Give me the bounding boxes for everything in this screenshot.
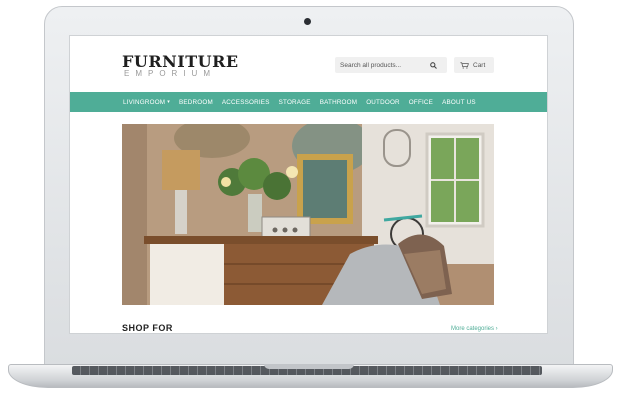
- nav-item-storage[interactable]: STORAGE: [279, 99, 311, 106]
- nav-item-label: LIVINGROOM: [123, 98, 166, 106]
- main-nav: LIVINGROOM ▾ BEDROOM ACCESSORIES STORAGE…: [70, 92, 547, 112]
- section-title: SHOP FOR: [122, 323, 173, 333]
- search-input[interactable]: [335, 57, 427, 73]
- browser-viewport: FURNITURE EMPORIUM Cart LIVINGROOM ▾ BED…: [69, 35, 548, 334]
- cart-icon: [460, 56, 469, 74]
- nav-item-livingroom[interactable]: LIVINGROOM ▾: [123, 99, 170, 106]
- cart-button[interactable]: Cart: [454, 57, 494, 73]
- nav-item-outdoor[interactable]: OUTDOOR: [366, 99, 400, 106]
- nav-item-about-us[interactable]: ABOUT US: [442, 99, 476, 106]
- nav-item-bathroom[interactable]: BATHROOM: [320, 99, 358, 106]
- chevron-down-icon: ▾: [167, 99, 170, 105]
- nav-item-accessories[interactable]: ACCESSORIES: [222, 99, 270, 106]
- search-icon[interactable]: [427, 59, 439, 71]
- nav-item-office[interactable]: OFFICE: [409, 99, 433, 106]
- webcam: [304, 18, 311, 25]
- trackpad-notch: [264, 364, 354, 369]
- search-box: [335, 57, 447, 73]
- hero-illustration: [122, 124, 494, 305]
- site-logo-subtitle[interactable]: EMPORIUM: [124, 69, 216, 78]
- cart-label: Cart: [473, 61, 486, 69]
- nav-item-bedroom[interactable]: BEDROOM: [179, 99, 213, 106]
- hero-image[interactable]: [122, 124, 494, 305]
- more-categories-link[interactable]: More categories ›: [451, 326, 498, 332]
